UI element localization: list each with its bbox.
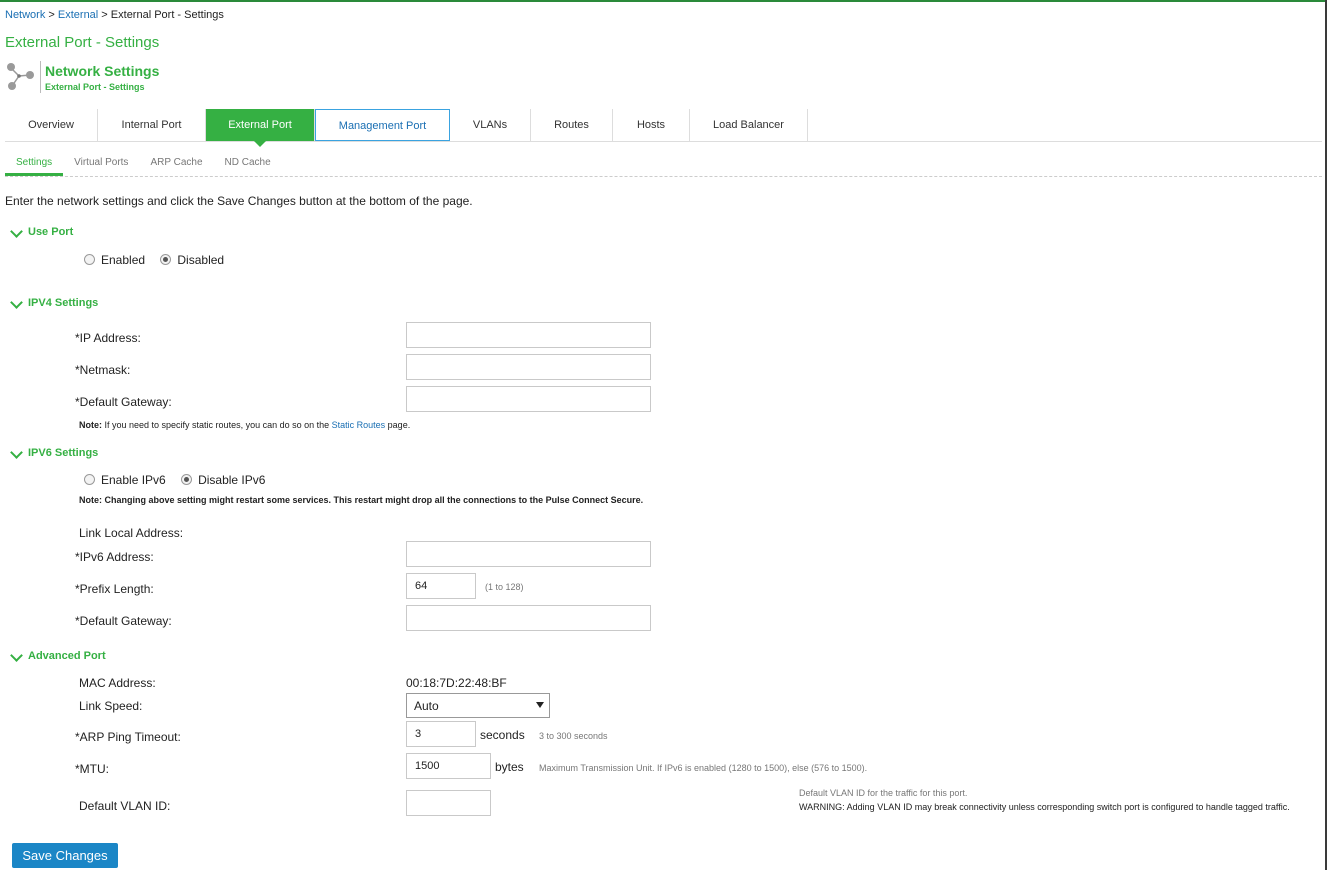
use-port-enabled-radio[interactable] bbox=[84, 254, 95, 266]
ipv6-address-label: *IPv6 Address: bbox=[75, 550, 154, 564]
vlan-hint-line: Default VLAN ID for the traffic for this… bbox=[799, 788, 968, 798]
note-label: Note: bbox=[79, 420, 102, 430]
ipv6-section-toggle[interactable]: IPV6 Settings bbox=[10, 445, 99, 459]
disable-ipv6-label: Disable IPv6 bbox=[198, 472, 266, 487]
header-divider bbox=[40, 61, 41, 93]
mtu-label: *MTU: bbox=[75, 762, 109, 776]
mtu-input[interactable] bbox=[406, 753, 491, 779]
use-port-section-toggle[interactable]: Use Port bbox=[10, 224, 74, 238]
vlan-hint: Default VLAN ID for the traffic for this… bbox=[799, 786, 1319, 814]
arp-timeout-hint: 3 to 300 seconds bbox=[539, 731, 608, 741]
ipv6-gateway-input[interactable] bbox=[406, 605, 651, 631]
top-border bbox=[0, 0, 1327, 2]
ip-address-label: *IP Address: bbox=[75, 331, 141, 345]
advanced-port-section-toggle[interactable]: Advanced Port bbox=[10, 648, 106, 662]
note-end: page. bbox=[385, 420, 411, 430]
mtu-hint: Maximum Transmission Unit. If IPv6 is en… bbox=[539, 763, 868, 773]
subtab-settings[interactable]: Settings bbox=[5, 152, 64, 176]
arp-timeout-input[interactable] bbox=[406, 721, 476, 747]
netmask-input[interactable] bbox=[406, 354, 651, 380]
prefix-length-label: *Prefix Length: bbox=[75, 582, 154, 596]
breadcrumb-separator: > bbox=[45, 9, 58, 21]
link-speed-select[interactable]: Auto bbox=[406, 693, 550, 718]
ipv4-gateway-label: *Default Gateway: bbox=[75, 395, 172, 409]
netmask-label: *Netmask: bbox=[75, 363, 131, 377]
arp-timeout-unit: seconds bbox=[480, 728, 525, 742]
note-text: If you need to specify static routes, yo… bbox=[102, 420, 332, 430]
mtu-unit: bytes bbox=[495, 760, 524, 774]
main-tabs: Overview Internal Port External Port Man… bbox=[5, 109, 1322, 147]
breadcrumb-separator: > bbox=[98, 9, 111, 21]
tab-load-balancer[interactable]: Load Balancer bbox=[690, 109, 808, 141]
ipv4-gateway-input[interactable] bbox=[406, 386, 651, 412]
save-changes-button[interactable]: Save Changes bbox=[12, 843, 118, 868]
enable-ipv6-radio[interactable] bbox=[84, 474, 95, 486]
use-port-options: Enabled Disabled bbox=[84, 252, 236, 267]
section-subtitle: External Port - Settings bbox=[45, 82, 145, 92]
mac-address-value: 00:18:7D:22:48:BF bbox=[406, 676, 507, 690]
arp-timeout-label: *ARP Ping Timeout: bbox=[75, 730, 181, 744]
ipv6-restart-note: Note: Changing above setting might resta… bbox=[79, 495, 644, 505]
default-vlan-label: Default VLAN ID: bbox=[79, 799, 171, 813]
tab-management-port[interactable]: Management Port bbox=[315, 109, 450, 141]
static-routes-link[interactable]: Static Routes bbox=[332, 420, 386, 430]
ipv4-section-toggle[interactable]: IPV4 Settings bbox=[10, 295, 99, 309]
tab-external-port[interactable]: External Port bbox=[206, 109, 315, 147]
advanced-port-title: Advanced Port bbox=[28, 650, 106, 662]
use-port-disabled-radio[interactable] bbox=[160, 254, 172, 266]
ipv6-address-input[interactable] bbox=[406, 541, 651, 567]
disable-ipv6-radio[interactable] bbox=[181, 474, 193, 486]
subtab-virtual-ports[interactable]: Virtual Ports bbox=[63, 152, 139, 176]
network-nodes-icon bbox=[7, 63, 34, 90]
use-port-enabled-label: Enabled bbox=[101, 252, 146, 267]
prefix-length-hint: (1 to 128) bbox=[485, 582, 524, 592]
ip-address-input[interactable] bbox=[406, 322, 651, 348]
prefix-length-input[interactable] bbox=[406, 573, 476, 599]
use-port-disabled-label: Disabled bbox=[177, 252, 225, 267]
ipv6-options: Enable IPv6 Disable IPv6 bbox=[84, 472, 277, 487]
breadcrumb-network-link[interactable]: Network bbox=[5, 9, 45, 21]
breadcrumb-external-link[interactable]: External bbox=[58, 9, 98, 21]
breadcrumb: Network > External > External Port - Set… bbox=[5, 9, 224, 21]
ipv6-gateway-label: *Default Gateway: bbox=[75, 614, 172, 628]
chevron-down-icon bbox=[10, 445, 23, 459]
use-port-title: Use Port bbox=[28, 226, 74, 238]
mac-address-label: MAC Address: bbox=[79, 676, 156, 690]
page-title: External Port - Settings bbox=[5, 34, 160, 51]
tab-routes[interactable]: Routes bbox=[531, 109, 613, 141]
static-routes-note: Note: If you need to specify static rout… bbox=[79, 420, 410, 430]
section-title: Network Settings bbox=[45, 63, 160, 79]
default-vlan-input[interactable] bbox=[406, 790, 491, 816]
intro-text: Enter the network settings and click the… bbox=[5, 194, 473, 208]
tab-internal-port[interactable]: Internal Port bbox=[98, 109, 206, 141]
chevron-down-icon bbox=[10, 295, 23, 309]
subtab-nd-cache[interactable]: ND Cache bbox=[214, 152, 282, 176]
link-local-label: Link Local Address: bbox=[79, 526, 184, 540]
chevron-down-icon bbox=[10, 648, 23, 662]
link-speed-value: Auto bbox=[414, 699, 439, 713]
chevron-down-icon bbox=[10, 224, 23, 238]
breadcrumb-current: External Port - Settings bbox=[110, 9, 224, 21]
enable-ipv6-label: Enable IPv6 bbox=[101, 472, 166, 487]
chevron-down-icon bbox=[536, 702, 544, 708]
tab-vlans[interactable]: VLANs bbox=[450, 109, 531, 141]
sub-tabs: Settings Virtual Ports ARP Cache ND Cach… bbox=[5, 152, 1322, 177]
tab-hosts[interactable]: Hosts bbox=[613, 109, 690, 141]
tab-overview[interactable]: Overview bbox=[5, 109, 98, 141]
ipv4-title: IPV4 Settings bbox=[28, 297, 99, 309]
ipv6-title: IPV6 Settings bbox=[28, 447, 99, 459]
vlan-warning: WARNING: Adding VLAN ID may break connec… bbox=[799, 802, 1290, 812]
subtab-arp-cache[interactable]: ARP Cache bbox=[139, 152, 213, 176]
link-speed-label: Link Speed: bbox=[79, 699, 143, 713]
